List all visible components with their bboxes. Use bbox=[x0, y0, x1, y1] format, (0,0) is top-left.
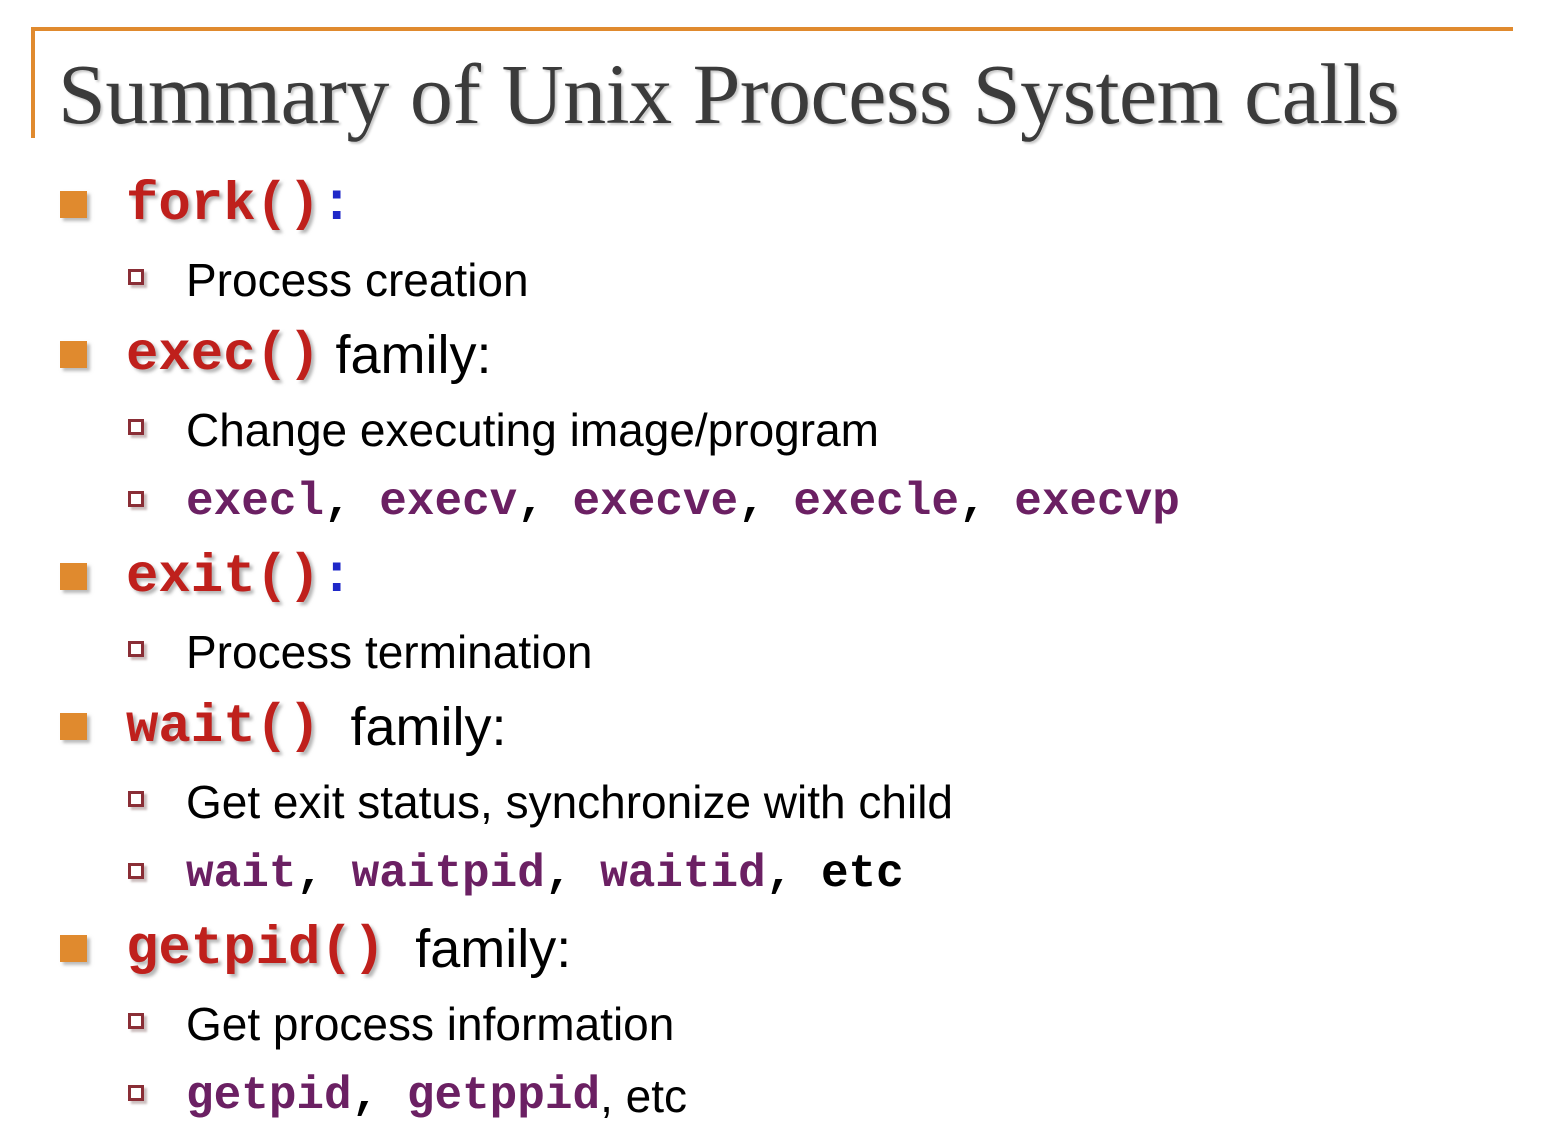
subitem-text: Change executing image/program bbox=[186, 404, 879, 456]
colon-fork: : bbox=[320, 174, 353, 236]
code-etc: etc bbox=[820, 848, 904, 900]
accent-rule-top bbox=[31, 27, 1513, 31]
code-execle: execle bbox=[793, 476, 959, 528]
outline-subitem-exit-1[interactable]: Process termination bbox=[0, 616, 1558, 688]
hollow-square-bullet-icon bbox=[128, 269, 144, 285]
code-execve: execve bbox=[572, 476, 739, 528]
hollow-square-bullet-icon bbox=[128, 491, 144, 507]
slide-body-outline: fork(): Process creation exec() family: … bbox=[0, 166, 1558, 1132]
separator: , bbox=[544, 848, 601, 900]
separator: , bbox=[765, 848, 821, 900]
code-execv: execv bbox=[379, 476, 518, 528]
code-getpid: getpid() bbox=[126, 918, 386, 980]
separator: , bbox=[351, 1070, 407, 1122]
outline-subitem-exec-1[interactable]: Change executing image/program bbox=[0, 394, 1558, 466]
code-execvp: execvp bbox=[1014, 476, 1180, 528]
separator: , bbox=[324, 476, 380, 528]
code-exit: exit() bbox=[126, 546, 321, 608]
square-bullet-icon bbox=[60, 341, 87, 368]
code-exec: exec() bbox=[126, 324, 321, 386]
code-fork: fork() bbox=[126, 174, 321, 236]
outline-subitem-getpid-1[interactable]: Get process information bbox=[0, 988, 1558, 1060]
separator: , bbox=[738, 476, 794, 528]
colon-exit: : bbox=[320, 546, 353, 608]
square-bullet-icon bbox=[60, 191, 87, 218]
outline-subitem-wait-2[interactable]: wait, waitpid, waitid, etc bbox=[0, 838, 1558, 910]
code-execl: execl bbox=[186, 476, 325, 528]
square-bullet-icon bbox=[60, 563, 87, 590]
subitem-text: Get exit status, synchronize with child bbox=[186, 776, 953, 828]
hollow-square-bullet-icon bbox=[128, 419, 144, 435]
outline-item-getpid[interactable]: getpid() family: bbox=[0, 910, 1558, 988]
code-wait-fn: wait bbox=[186, 848, 297, 900]
page-title: Summary of Unix Process System calls bbox=[58, 46, 1400, 142]
subitem-text: Get process information bbox=[186, 998, 675, 1050]
accent-rule-left bbox=[31, 27, 35, 138]
hollow-square-bullet-icon bbox=[128, 791, 144, 807]
subitem-text: Process termination bbox=[186, 626, 593, 678]
hollow-square-bullet-icon bbox=[128, 641, 144, 657]
square-bullet-icon bbox=[60, 713, 87, 740]
separator: , bbox=[296, 848, 352, 900]
code-waitpid: waitpid bbox=[351, 848, 545, 900]
separator: , bbox=[600, 1070, 613, 1122]
separator: , bbox=[959, 476, 1015, 528]
outline-subitem-exec-2[interactable]: execl, execv, execve, execle, execvp bbox=[0, 466, 1558, 538]
code-getppid: getppid bbox=[406, 1070, 601, 1122]
outline-item-wait[interactable]: wait() family: bbox=[0, 688, 1558, 766]
slide-title-area: Summary of Unix Process System calls bbox=[0, 0, 1558, 165]
separator: , bbox=[517, 476, 573, 528]
outline-subitem-getpid-2[interactable]: getpid, getppid, etc bbox=[0, 1060, 1558, 1132]
text-etc: etc bbox=[612, 1070, 688, 1122]
outline-item-fork[interactable]: fork(): bbox=[0, 166, 1558, 244]
code-wait: wait() bbox=[126, 696, 321, 758]
square-bullet-icon bbox=[60, 935, 87, 962]
outline-subitem-fork-1[interactable]: Process creation bbox=[0, 244, 1558, 316]
hollow-square-bullet-icon bbox=[128, 1085, 144, 1101]
outline-item-exec[interactable]: exec() family: bbox=[0, 316, 1558, 394]
subitem-text: Process creation bbox=[186, 254, 529, 306]
code-waitid: waitid bbox=[600, 848, 766, 900]
outline-item-exit[interactable]: exit(): bbox=[0, 538, 1558, 616]
exec-suffix: family: bbox=[320, 325, 492, 385]
code-getpid-fn: getpid bbox=[186, 1070, 352, 1122]
outline-subitem-wait-1[interactable]: Get exit status, synchronize with child bbox=[0, 766, 1558, 838]
hollow-square-bullet-icon bbox=[128, 863, 144, 879]
hollow-square-bullet-icon bbox=[128, 1013, 144, 1029]
wait-suffix: family: bbox=[320, 697, 507, 757]
getpid-suffix: family: bbox=[385, 919, 572, 979]
